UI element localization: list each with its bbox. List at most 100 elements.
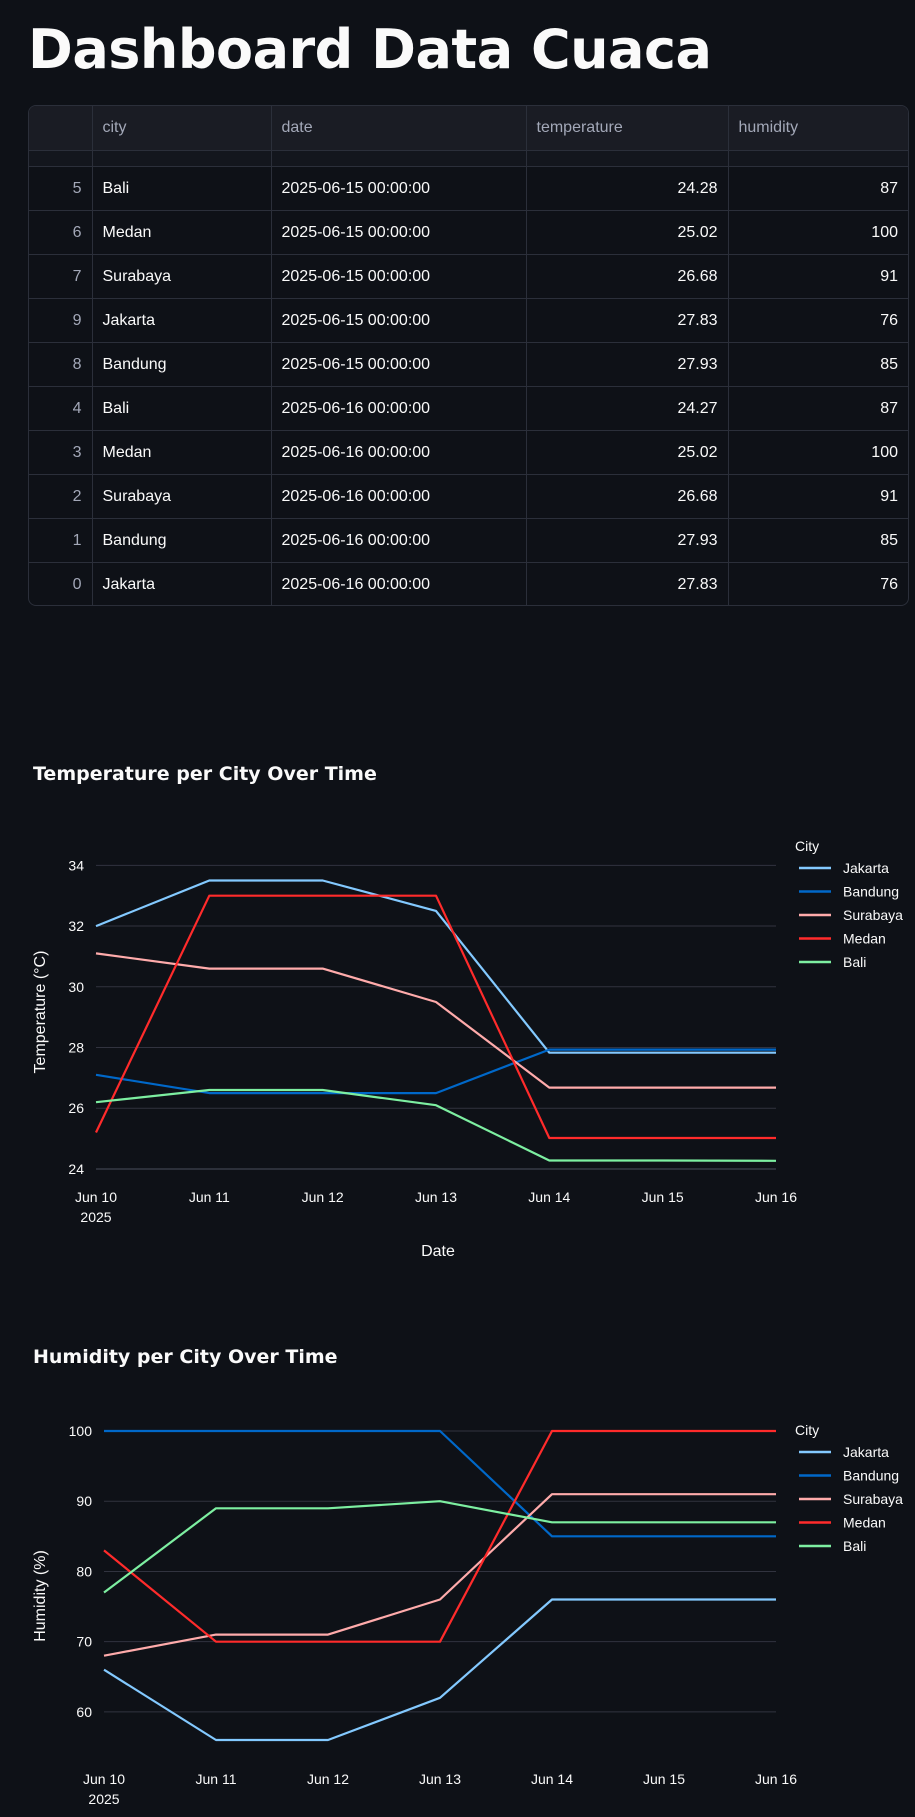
table-row[interactable]: 8 Bandung 2025-06-15 00:00:00 27.93 85	[29, 342, 908, 387]
column-header-city[interactable]: city	[92, 106, 272, 151]
cell-date[interactable]: 2025-06-15 00:00:00	[271, 166, 527, 211]
cell-humidity[interactable]: 91	[728, 474, 908, 519]
cell-city[interactable]: Jakarta	[92, 562, 272, 605]
cell-humidity[interactable]: 76	[728, 563, 908, 606]
cell-date[interactable]: 2025-06-16 00:00:00	[271, 386, 527, 431]
cell-humidity[interactable]: 76	[728, 298, 908, 343]
cell-city[interactable]: Bali	[92, 386, 272, 431]
humidity-series-line-jakarta[interactable]	[103, 1598, 776, 1742]
table-row[interactable]: 4 Bali 2025-06-16 00:00:00 24.27 87	[29, 386, 908, 431]
temperature-x-tick-label: Jun 15	[642, 1189, 684, 1205]
temperature-x-axis-label: Date	[421, 1243, 455, 1260]
cell-temperature[interactable]: 27.83	[526, 562, 729, 605]
humidity-series-line-bandung[interactable]	[104, 1429, 776, 1538]
cell-index[interactable]: 6	[29, 210, 93, 255]
table-row[interactable]: 2 Surabaya 2025-06-16 00:00:00 26.68 91	[29, 474, 908, 519]
temperature-legend-title: City	[795, 838, 819, 854]
table-row[interactable]: 5 Bali 2025-06-15 00:00:00 24.28 87	[29, 166, 908, 211]
humidity-x-tick-label: Jun 13	[419, 1771, 461, 1787]
cell-date[interactable]: 2025-06-15 00:00:00	[271, 342, 527, 387]
humidity-legend-item[interactable]: Medan	[843, 1515, 886, 1531]
humidity-legend-item[interactable]: Surabaya	[843, 1491, 903, 1507]
humidity-legend-item[interactable]: Jakarta	[843, 1444, 889, 1460]
cell-temperature[interactable]: 26.68	[526, 474, 729, 519]
cell-humidity[interactable]: 91	[728, 254, 908, 299]
cell-temperature[interactable]: 26.68	[526, 254, 729, 299]
temperature-legend-item[interactable]: Surabaya	[843, 907, 903, 923]
temperature-x-tick-label: Jun 13	[415, 1189, 457, 1205]
cell-humidity[interactable]: 87	[728, 386, 908, 431]
temperature-y-tick-label: 26	[68, 1100, 84, 1116]
table-row[interactable]: 0 Jakarta 2025-06-16 00:00:00 27.83 76	[29, 562, 908, 606]
temperature-legend-item[interactable]: Jakarta	[843, 860, 889, 876]
temperature-series-line-medan[interactable]	[95, 894, 776, 1140]
cell-index[interactable]: 3	[29, 430, 93, 475]
cell-index[interactable]: 5	[29, 166, 93, 211]
cell-index[interactable]: 2	[29, 474, 93, 519]
cell-city[interactable]: Jakarta	[92, 298, 272, 343]
temperature-series-line-surabaya[interactable]	[95, 952, 776, 1089]
table-row[interactable]: 6 Medan 2025-06-15 00:00:00 25.02 100	[29, 210, 908, 255]
cell-date[interactable]: 2025-06-15 00:00:00	[271, 298, 527, 343]
temperature-x-tick-label: Jun 14	[528, 1189, 570, 1205]
cell-temperature[interactable]: 25.02	[526, 210, 729, 255]
cell-date[interactable]: 2025-06-16 00:00:00	[271, 430, 527, 475]
cell-humidity[interactable]: 100	[728, 210, 908, 255]
temperature-y-tick-label: 30	[68, 979, 84, 995]
humidity-x-tick-label: Jun 16	[755, 1771, 797, 1787]
humidity-y-tick-label: 80	[76, 1563, 92, 1579]
humidity-y-tick-label: 90	[76, 1493, 92, 1509]
cell-temperature[interactable]: 27.93	[526, 342, 729, 387]
table-row[interactable]: 7 Surabaya 2025-06-15 00:00:00 26.68 91	[29, 254, 908, 299]
cell-city[interactable]: Bandung	[92, 342, 272, 387]
temperature-legend-item[interactable]: Bandung	[843, 884, 899, 900]
cell-index[interactable]: 4	[29, 386, 93, 431]
table-row[interactable]: 3 Medan 2025-06-16 00:00:00 25.02 100	[29, 430, 908, 475]
cell-city[interactable]: Surabaya	[92, 474, 272, 519]
cell-date[interactable]: 2025-06-15 00:00:00	[271, 210, 527, 255]
cell-temperature[interactable]: 24.28	[526, 166, 729, 211]
cell-city[interactable]: Bali	[92, 166, 272, 211]
cell-temperature[interactable]: 27.83	[526, 298, 729, 343]
table-row[interactable]: 1 Bandung 2025-06-16 00:00:00 27.93 85	[29, 518, 908, 563]
cell-temperature[interactable]: 25.02	[526, 430, 729, 475]
cell-humidity[interactable]: 85	[728, 518, 908, 563]
temperature-legend-item[interactable]: Bali	[843, 954, 866, 970]
cell-date[interactable]: 2025-06-16 00:00:00	[271, 562, 527, 605]
temperature-line-chart[interactable]: Temperature (°C) Date 24 26 28 30 32 34 Jun 10…	[0, 760, 915, 1280]
cell-humidity[interactable]: 100	[728, 430, 908, 475]
humidity-legend-title: City	[795, 1422, 819, 1438]
cell-index[interactable]: 7	[29, 254, 93, 299]
cell-city[interactable]: Surabaya	[92, 254, 272, 299]
cell-humidity[interactable]: 85	[728, 342, 908, 387]
cell-humidity[interactable]: 87	[728, 166, 908, 211]
cell-index[interactable]: 8	[29, 342, 93, 387]
cell-temperature[interactable]: 27.93	[526, 518, 729, 563]
cell-index[interactable]: 9	[29, 298, 93, 343]
cell-index[interactable]: 1	[29, 518, 93, 563]
column-header-humidity[interactable]: humidity	[728, 106, 908, 151]
humidity-x-tick-label: Jun 14	[531, 1771, 573, 1787]
cell-city[interactable]: Medan	[92, 430, 272, 475]
column-header-temperature[interactable]: temperature	[526, 106, 729, 151]
humidity-legend-item[interactable]: Bali	[843, 1538, 866, 1554]
cell-index[interactable]: 0	[29, 562, 93, 605]
column-header-index[interactable]	[29, 106, 93, 151]
weather-data-table[interactable]: city date temperature humidity 5 Bali 2025…	[28, 105, 909, 606]
cell-date[interactable]: 2025-06-15 00:00:00	[271, 254, 527, 299]
table-row[interactable]: 9 Jakarta 2025-06-15 00:00:00 27.83 76	[29, 298, 908, 343]
humidity-y-tick-label: 70	[76, 1634, 92, 1650]
cell-city[interactable]: Medan	[92, 210, 272, 255]
cell-date[interactable]: 2025-06-16 00:00:00	[271, 474, 527, 519]
cell-date[interactable]: 2025-06-16 00:00:00	[271, 518, 527, 563]
temperature-legend-item[interactable]: Medan	[843, 931, 886, 947]
column-header-date[interactable]: date	[271, 106, 527, 151]
humidity-legend-item[interactable]: Bandung	[843, 1468, 899, 1484]
temperature-series-line-bali[interactable]	[95, 1088, 777, 1162]
cell-city[interactable]: Bandung	[92, 518, 272, 563]
humidity-chart-block: Humidity per City Over Time Humidity (%)…	[0, 1343, 915, 1817]
humidity-line-chart[interactable]: Humidity (%) 60 70 80 90 100 Jun 10 Jun 11 Jun …	[0, 1343, 915, 1817]
cell-temperature[interactable]: 24.27	[526, 386, 729, 431]
humidity-series-line-bali[interactable]	[103, 1500, 776, 1594]
temperature-x-tick-label: Jun 10	[75, 1189, 117, 1205]
